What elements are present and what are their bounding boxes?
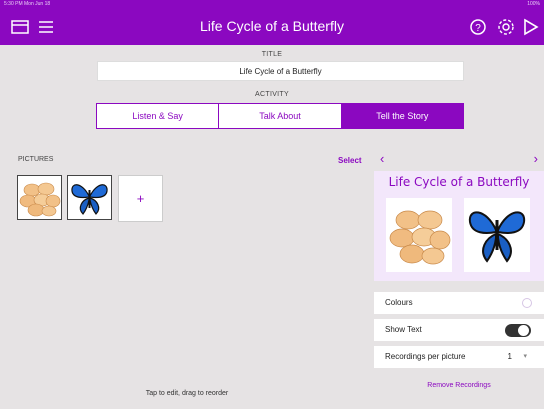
recordings-label: Recordings per picture [385, 352, 466, 361]
preview-butterfly-image [464, 198, 530, 272]
butterfly-image [71, 184, 108, 215]
preview-nav: ‹ › [374, 149, 544, 171]
top-bar: Life Cycle of a Butterfly ? [0, 8, 544, 45]
colours-radio[interactable] [522, 298, 532, 308]
svg-text:?: ? [475, 23, 481, 34]
previous-button[interactable]: ‹ [380, 151, 384, 166]
show-text-row: Show Text [374, 319, 544, 341]
add-picture-button[interactable]: + [118, 175, 163, 222]
colours-label: Colours [385, 298, 413, 307]
activity-tell-story[interactable]: Tell the Story [341, 104, 463, 128]
status-time: 5:30 PM Mon Jun 18 [4, 1, 51, 7]
page-title: Life Cycle of a Butterfly [200, 18, 344, 34]
chevron-down-icon: ▾ [523, 353, 527, 360]
picture-thumb-eggs[interactable] [17, 175, 62, 220]
recordings-value: 1 [507, 352, 512, 361]
activity-label: ACTIVITY [255, 91, 289, 98]
preview-title: Life Cycle of a Butterfly [388, 175, 530, 189]
pictures-label: PICTURES [18, 156, 54, 163]
show-text-label: Show Text [385, 325, 422, 334]
title-label: TITLE [261, 51, 283, 58]
activity-talk-about[interactable]: Talk About [219, 104, 342, 128]
activity-listen-say[interactable]: Listen & Say [97, 104, 220, 128]
story-preview[interactable]: Life Cycle of a Butterfly [374, 171, 544, 281]
gear-icon[interactable] [496, 17, 516, 37]
select-button[interactable]: Select [338, 156, 362, 165]
status-bar: 5:30 PM Mon Jun 18 100% [0, 0, 544, 8]
title-field[interactable]: Life Cycle of a Butterfly [97, 61, 464, 81]
preview-panel: ‹ › Life Cycle of a Butterfly Colours Sh… [374, 149, 544, 409]
next-button[interactable]: › [534, 151, 538, 166]
reorder-hint: Tap to edit, drag to reorder [145, 390, 229, 397]
show-text-toggle[interactable] [505, 324, 531, 337]
eggs-image [19, 182, 61, 217]
status-battery: 100% [527, 1, 540, 7]
picture-thumb-butterfly[interactable] [67, 175, 112, 220]
activity-segmented-control: Listen & Say Talk About Tell the Story [96, 103, 464, 129]
recordings-row[interactable]: Recordings per picture 1 ▾ [374, 346, 544, 368]
help-icon[interactable]: ? [468, 17, 488, 37]
remove-recordings-button[interactable]: Remove Recordings [374, 382, 544, 389]
play-icon[interactable] [520, 17, 540, 37]
toggle-knob [518, 325, 529, 336]
colours-row[interactable]: Colours [374, 292, 544, 314]
preview-eggs-image [386, 198, 452, 272]
